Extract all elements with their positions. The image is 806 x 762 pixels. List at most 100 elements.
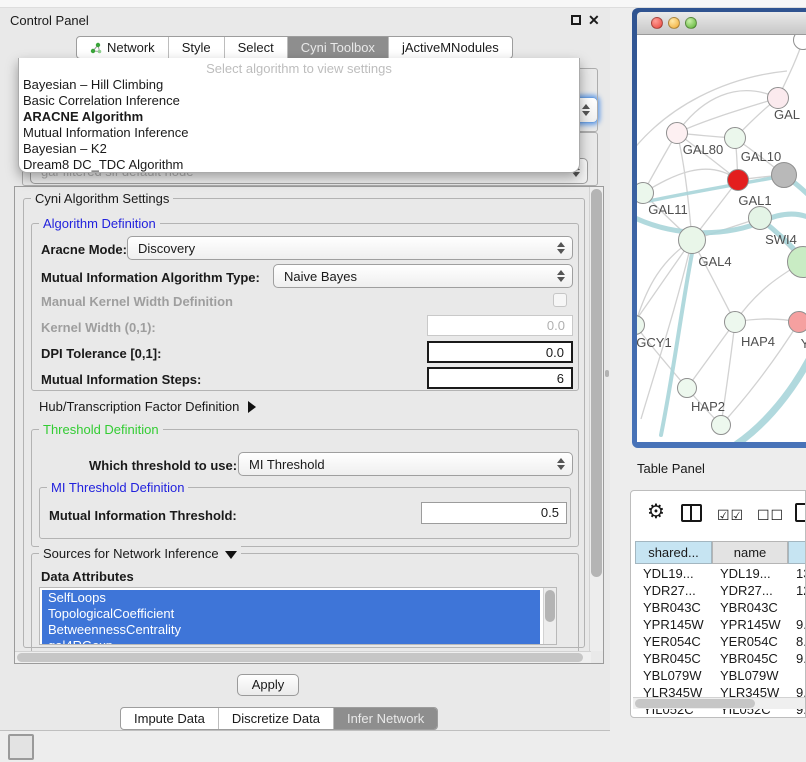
aracne-mode-label: Aracne Mode: (41, 242, 127, 257)
mi-type-combobox[interactable]: Naive Bayes (273, 264, 573, 288)
aracne-mode-combobox[interactable]: Discovery (127, 236, 573, 260)
table-settings-gear-icon[interactable]: ⚙ (647, 499, 665, 524)
tab-network[interactable]: Network (77, 37, 168, 58)
attribute-list-scrollbar[interactable] (543, 588, 556, 644)
which-threshold-combobox[interactable]: MI Threshold (238, 452, 573, 476)
node-label: HAP4 (741, 334, 775, 349)
attribute-list-item[interactable]: BetweennessCentrality (42, 622, 540, 638)
network-node-swi4[interactable] (748, 206, 772, 230)
hub-definition-expander[interactable]: Hub/Transcription Factor Definition (39, 399, 256, 414)
settings-horizontal-scrollbar[interactable] (15, 651, 591, 663)
attribute-list-item[interactable]: SelfLoops (42, 590, 540, 606)
mi-steps-field[interactable]: 6 (427, 367, 573, 389)
table-row[interactable]: YBL079WYBL079W (635, 667, 806, 684)
attribute-list-item[interactable]: TopologicalCoefficient (42, 606, 540, 622)
tab-style[interactable]: Style (168, 37, 224, 58)
table-row[interactable]: YER054CYER054C8. (635, 633, 806, 650)
column-layout-icon[interactable] (681, 504, 702, 522)
table-cell: 9. (788, 650, 806, 667)
network-canvas[interactable]: GALGAL80GAL10GAL1GAL11SWI4GAL4GCY1HAP4YH… (637, 35, 806, 442)
table-row[interactable]: YBR043CYBR043C (635, 599, 806, 616)
table-cell: YDR27... (635, 582, 712, 599)
table-row[interactable]: YDL19...YDL19...13 (635, 565, 806, 582)
table-cell: YDR27... (712, 582, 788, 599)
kernel-width-field[interactable]: 0.0 (427, 315, 573, 336)
table-horizontal-scrollbar[interactable] (633, 697, 805, 709)
float-panel-icon[interactable] (571, 15, 581, 25)
kernel-width-label: Kernel Width (0,1): (41, 320, 156, 335)
tab-impute-data[interactable]: Impute Data (121, 708, 218, 729)
minimize-traffic-light-icon[interactable] (668, 17, 680, 29)
network-node-hap2[interactable] (677, 378, 697, 398)
export-table-icon[interactable] (795, 503, 806, 522)
network-node-gal10[interactable] (724, 127, 746, 149)
tab-cyni-toolbox[interactable]: Cyni Toolbox (287, 37, 388, 58)
table-row[interactable]: YPR145WYPR145W9. (635, 616, 806, 633)
scrollbar-thumb[interactable] (17, 653, 583, 662)
table-panel: ⚙ ☑☑ ☐☐ shared...name YDL19...YDL19...13… (630, 490, 806, 718)
table-cell: YBR045C (635, 650, 712, 667)
network-node-y[interactable] (788, 311, 806, 333)
deselect-all-columns-icon[interactable]: ☐☐ (757, 507, 784, 524)
mi-threshold-field[interactable]: 0.5 (421, 502, 567, 524)
table-cell: YPR145W (635, 616, 712, 633)
column-header-shared-[interactable]: shared... (635, 541, 712, 564)
desktop-top-strip (0, 0, 806, 8)
network-node[interactable] (771, 162, 797, 188)
cyni-settings-scrollpanel: Cyni Algorithm Settings Algorithm Defini… (14, 186, 604, 664)
scrollbar-thumb[interactable] (545, 590, 555, 622)
tab-select[interactable]: Select (224, 37, 287, 58)
network-node-gal80[interactable] (666, 122, 688, 144)
minimized-panel-icon[interactable] (8, 734, 34, 760)
algorithm-option[interactable]: Mutual Information Inference (19, 125, 579, 141)
scrollbar-thumb[interactable] (591, 189, 602, 577)
manual-kernel-checkbox[interactable] (553, 293, 567, 307)
mi-type-label: Mutual Information Algorithm Type: (41, 270, 260, 285)
table-row[interactable]: YBR045CYBR045C9. (635, 650, 806, 667)
node-label: HAP2 (691, 399, 725, 414)
mi-type-value: Naive Bayes (284, 269, 357, 284)
tab-discretize-data[interactable]: Discretize Data (218, 708, 333, 729)
attribute-list-item[interactable]: gal4RGexp (42, 638, 540, 645)
algorithm-option[interactable]: Dream8 DC_TDC Algorithm (19, 157, 579, 173)
network-node[interactable] (711, 415, 731, 435)
algorithm-dropdown-hint: Select algorithm to view settings (19, 60, 579, 77)
manual-kernel-label: Manual Kernel Width Definition (41, 294, 233, 309)
network-node-hap4[interactable] (724, 311, 746, 333)
panel-divider-handle[interactable] (605, 370, 609, 377)
settings-vertical-scrollbar[interactable] (589, 187, 603, 651)
tab-infer-network[interactable]: Infer Network (333, 708, 437, 729)
apply-button[interactable]: Apply (237, 674, 299, 696)
dpi-tolerance-field[interactable]: 0.0 (427, 341, 573, 363)
table-cell: YBR045C (712, 650, 788, 667)
close-icon[interactable]: ✕ (588, 12, 600, 29)
network-window-titlebar[interactable] (637, 12, 806, 35)
mi-threshold-group-title: MI Threshold Definition (47, 480, 188, 495)
algorithm-option[interactable]: Basic Correlation Inference (19, 93, 579, 109)
table-cell: YER054C (712, 633, 788, 650)
cyni-mode-tabbar: Impute Data Discretize DataInfer Network (120, 707, 438, 730)
algorithm-option[interactable]: Bayesian – K2 (19, 141, 579, 157)
column-header-extra[interactable] (788, 541, 806, 564)
tab-label: Style (182, 40, 211, 55)
tab-jactivemnodules[interactable]: jActiveMNodules (388, 37, 512, 58)
data-attributes-list[interactable]: SelfLoopsTopologicalCoefficientBetweenne… (39, 587, 557, 645)
algorithm-option[interactable]: Bayesian – Hill Climbing (19, 77, 579, 93)
sources-group-title[interactable]: Sources for Network Inference (39, 546, 241, 561)
table-row[interactable]: YDR27...YDR27...12 (635, 582, 806, 599)
table-cell: YPR145W (712, 616, 788, 633)
tab-label: Impute Data (134, 711, 205, 726)
threshold-definition-title: Threshold Definition (39, 422, 163, 437)
column-header-name[interactable]: name (712, 541, 788, 564)
zoom-traffic-light-icon[interactable] (685, 17, 697, 29)
network-node-gal[interactable] (767, 87, 789, 109)
algorithm-option[interactable]: ARACNE Algorithm (19, 109, 579, 125)
network-node-gal4[interactable] (678, 226, 706, 254)
network-node-gal1[interactable] (727, 169, 749, 191)
algorithm-definition-title: Algorithm Definition (39, 216, 160, 231)
close-traffic-light-icon[interactable] (651, 17, 663, 29)
collapse-arrow-icon (225, 551, 237, 559)
control-panel-title: Control Panel (10, 13, 89, 28)
select-all-columns-icon[interactable]: ☑☑ (717, 507, 744, 524)
scrollbar-thumb[interactable] (635, 699, 755, 708)
